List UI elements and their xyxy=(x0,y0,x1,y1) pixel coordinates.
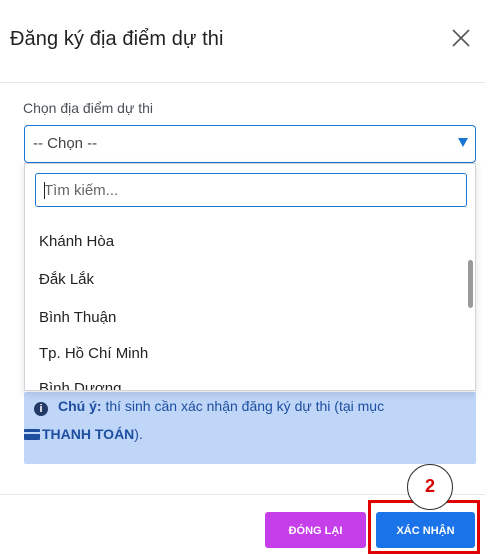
select-value: -- Chọn -- xyxy=(33,135,98,152)
payment-card-icon xyxy=(24,429,40,440)
dropdown-option[interactable]: Đắk Lắk xyxy=(39,271,94,288)
close-button[interactable]: ĐÓNG LẠI xyxy=(265,512,366,548)
location-dropdown: Khánh Hòa Đắk Lắk Bình Thuận Tp. Hồ Chí … xyxy=(24,163,476,391)
modal-title: Đăng ký địa điểm dự thi xyxy=(10,28,224,50)
close-icon[interactable] xyxy=(449,26,473,50)
step-number-badge: 2 xyxy=(407,464,453,510)
note-suffix: ). xyxy=(134,426,143,442)
dropdown-option[interactable]: Tp. Hồ Chí Minh xyxy=(39,345,148,362)
alert-line-payment: THANH TOÁN). xyxy=(24,426,143,442)
register-location-modal: Đăng ký địa điểm dự thi Chọn địa điểm dự… xyxy=(0,0,485,555)
dropdown-option[interactable]: Bình Dương xyxy=(39,380,121,390)
location-field-label: Chọn địa điểm dự thi xyxy=(23,100,153,116)
note-alert: i Chú ý: thí sinh cần xác nhận đăng ký dự… xyxy=(24,392,476,464)
dropdown-option[interactable]: Khánh Hòa xyxy=(39,233,114,250)
dropdown-scrollbar[interactable] xyxy=(468,260,473,308)
modal-header: Đăng ký địa điểm dự thi xyxy=(0,0,485,83)
info-icon: i xyxy=(34,402,48,416)
dropdown-arrow-icon xyxy=(458,138,468,147)
text-caret xyxy=(44,182,45,199)
dropdown-option[interactable]: Bình Thuận xyxy=(39,309,116,326)
note-text: thí sinh cần xác nhận đăng ký dự thi (tạ… xyxy=(101,398,385,414)
payment-label: THANH TOÁN xyxy=(42,426,135,442)
note-label: Chú ý: xyxy=(58,398,102,414)
alert-line: i Chú ý: thí sinh cần xác nhận đăng ký dự… xyxy=(34,398,384,416)
location-select[interactable]: -- Chọn -- xyxy=(24,125,476,163)
dropdown-search[interactable] xyxy=(35,173,467,207)
search-input[interactable] xyxy=(36,174,466,206)
